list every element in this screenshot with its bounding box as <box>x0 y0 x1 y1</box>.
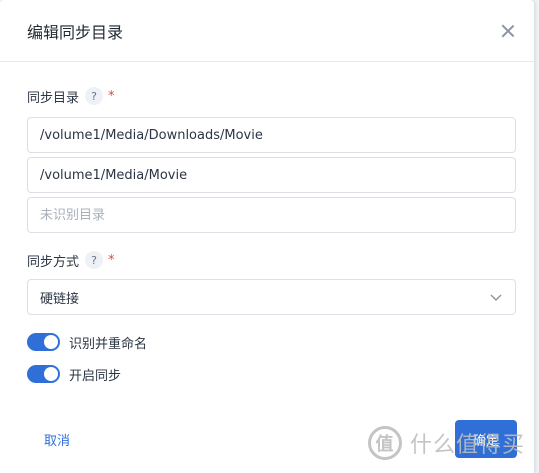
dialog-header: 编辑同步目录 <box>0 0 534 62</box>
help-icon[interactable]: ? <box>85 87 104 105</box>
sync-switch[interactable] <box>27 365 60 383</box>
sync-dir-label-text: 同步目录 <box>27 90 80 106</box>
sync-mode-value: 硬链接 <box>40 291 80 307</box>
cancel-button[interactable]: 取消 <box>44 430 70 449</box>
sync-dir-input-3[interactable] <box>27 197 516 233</box>
toggle-rename-row: 识别并重命名 <box>27 331 516 353</box>
sync-dir-input-2[interactable] <box>27 157 516 193</box>
confirm-button-label: 确定 <box>472 433 499 449</box>
close-icon[interactable] <box>498 21 518 41</box>
confirm-button[interactable]: 确定 <box>455 420 517 458</box>
sync-switch-label: 开启同步 <box>69 368 122 384</box>
dialog-title: 编辑同步目录 <box>27 22 124 42</box>
chevron-down-icon <box>490 294 502 301</box>
required-mark: * <box>108 252 115 268</box>
rename-switch-label: 识别并重命名 <box>69 336 148 352</box>
sync-mode-label-text: 同步方式 <box>27 254 80 270</box>
rename-switch[interactable] <box>27 333 60 351</box>
help-icon[interactable]: ? <box>85 251 104 269</box>
dialog-body: 同步目录 ? * 同步方式 ? * 硬链接 识别并重命名 开启同步 <box>0 86 534 385</box>
required-mark: * <box>108 88 115 104</box>
sync-dir-input-1[interactable] <box>27 117 516 153</box>
sync-dir-label: 同步目录 ? * <box>27 86 516 106</box>
edit-sync-dir-dialog: 编辑同步目录 同步目录 ? * 同步方式 ? * 硬链接 识别并重命名 <box>0 0 534 473</box>
sync-mode-select[interactable]: 硬链接 <box>27 279 516 315</box>
toggle-sync-row: 开启同步 <box>27 363 516 385</box>
sync-mode-label: 同步方式 ? * <box>27 250 516 270</box>
